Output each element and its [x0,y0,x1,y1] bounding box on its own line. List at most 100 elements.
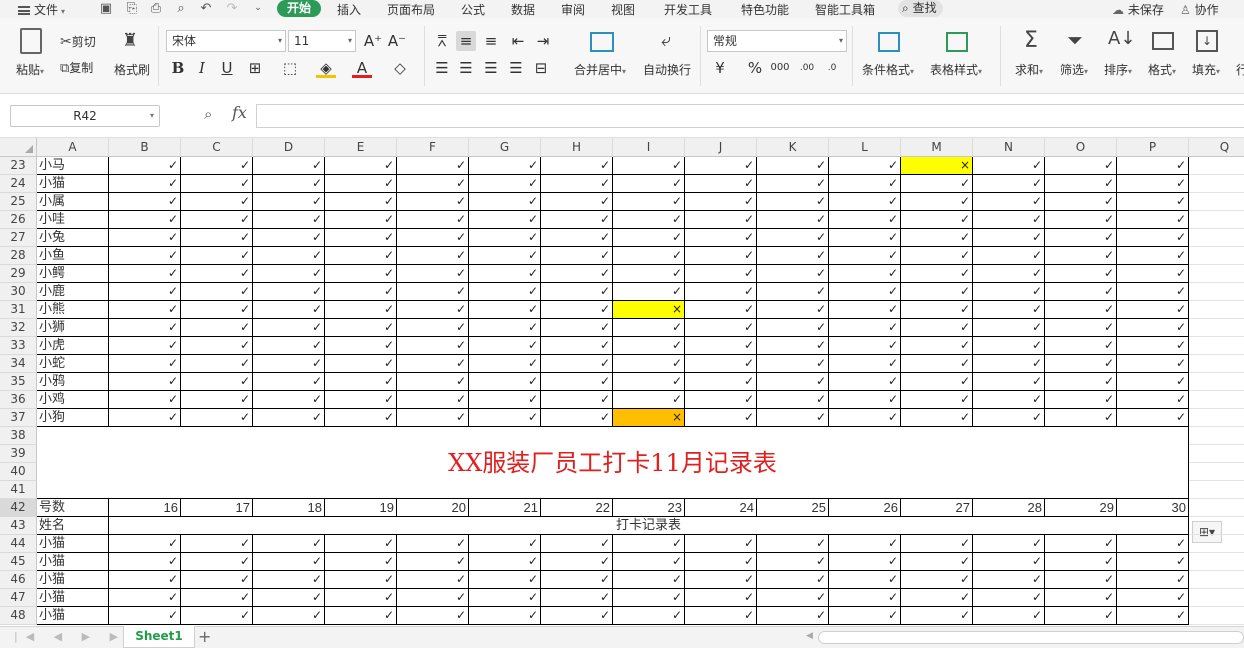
check-mark-cell[interactable]: ✓ [685,283,757,301]
check-mark-cell[interactable]: ✓ [469,409,541,427]
check-mark-cell[interactable]: ✓ [1117,301,1189,319]
align-left-icon[interactable]: ☰ [432,58,452,78]
check-mark-cell[interactable]: ✓ [901,247,973,265]
check-mark-cell[interactable]: ✓ [1045,229,1117,247]
check-mark-cell[interactable]: ✓ [181,553,253,571]
check-mark-cell[interactable]: ✓ [325,157,397,175]
check-mark-cell[interactable]: ✓ [829,157,901,175]
check-mark-cell[interactable]: ✓ [973,211,1045,229]
align-right-icon[interactable]: ☰ [481,58,501,78]
employee-name-cell[interactable]: 小蛇 [37,355,109,373]
check-mark-cell[interactable]: ✓ [397,229,469,247]
check-mark-cell[interactable]: ✓ [973,175,1045,193]
check-mark-cell[interactable]: ✓ [685,319,757,337]
employee-name-cell[interactable]: 小鸦 [37,373,109,391]
collab-button[interactable]: ♙ 协作 [1180,1,1219,18]
empty-cell[interactable] [1189,553,1244,571]
empty-cell[interactable] [1189,391,1244,409]
row-header[interactable]: 38 [0,427,37,445]
check-mark-cell[interactable]: ✓ [973,229,1045,247]
tab-view[interactable]: 视图 [611,1,635,18]
check-mark-cell[interactable]: ✓ [829,319,901,337]
empty-cell[interactable] [1189,373,1244,391]
check-mark-cell[interactable]: ✓ [325,211,397,229]
check-mark-cell[interactable]: ✓ [1045,391,1117,409]
format-button[interactable]: 格式▾ [1148,61,1176,78]
check-mark-cell[interactable]: ✓ [541,535,613,553]
empty-cell[interactable] [1189,535,1244,553]
check-mark-cell[interactable]: ✓ [829,535,901,553]
decrease-font-icon[interactable]: A⁻ [387,31,407,51]
check-mark-cell[interactable]: ✓ [829,391,901,409]
border-icon[interactable]: ⊞ [245,58,265,78]
check-mark-cell[interactable]: ✓ [901,193,973,211]
check-mark-cell[interactable]: ✓ [541,265,613,283]
check-mark-cell[interactable]: ✓ [1117,211,1189,229]
check-mark-cell[interactable]: ✓ [109,283,181,301]
check-mark-cell[interactable]: ✓ [973,319,1045,337]
record-subtitle[interactable]: 打卡记录表 [109,517,1189,535]
check-mark-cell[interactable]: ✓ [469,535,541,553]
sum-button[interactable]: 求和▾ [1015,61,1043,78]
check-mark-cell[interactable]: ✓ [973,283,1045,301]
check-mark-cell[interactable]: ✓ [109,229,181,247]
check-mark-cell[interactable]: ✓ [541,319,613,337]
check-mark-cell[interactable]: ✓ [253,265,325,283]
tab-formulas[interactable]: 公式 [461,1,485,18]
check-mark-cell[interactable]: ✓ [613,157,685,175]
check-mark-cell[interactable]: ✓ [1045,553,1117,571]
check-mark-cell[interactable]: ✓ [685,265,757,283]
check-mark-cell[interactable]: ✓ [685,157,757,175]
check-mark-cell[interactable]: ✓ [757,319,829,337]
employee-name-cell[interactable]: 小鸡 [37,391,109,409]
check-mark-cell[interactable]: ✓ [469,229,541,247]
check-mark-cell[interactable]: ✓ [757,175,829,193]
check-mark-cell[interactable]: ✓ [1117,175,1189,193]
check-mark-cell[interactable]: ✓ [469,247,541,265]
row-header[interactable]: 27 [0,229,37,247]
row-header[interactable]: 41 [0,481,37,499]
check-mark-cell[interactable]: ✓ [829,265,901,283]
check-mark-cell[interactable]: ✓ [541,301,613,319]
select-all-corner[interactable] [0,138,37,157]
check-mark-cell[interactable]: ✓ [901,553,973,571]
check-mark-cell[interactable]: ✓ [397,301,469,319]
check-mark-cell[interactable]: ✓ [397,355,469,373]
check-mark-cell[interactable]: ✓ [469,211,541,229]
check-mark-cell[interactable]: ✓ [109,355,181,373]
empty-cell[interactable] [1189,157,1244,175]
check-mark-cell[interactable]: ✓ [109,337,181,355]
check-mark-cell[interactable]: ✓ [325,337,397,355]
check-mark-cell[interactable]: ✓ [397,157,469,175]
check-mark-cell[interactable]: ✓ [829,355,901,373]
check-mark-cell[interactable]: ✓ [325,355,397,373]
check-mark-cell[interactable]: ✓ [253,337,325,355]
filter-button[interactable]: 筛选▾ [1060,61,1088,78]
check-mark-cell[interactable]: ✓ [253,373,325,391]
check-mark-cell[interactable]: ✓ [613,193,685,211]
check-mark-cell[interactable]: ✓ [109,373,181,391]
check-mark-cell[interactable]: ✓ [469,301,541,319]
row-header[interactable]: 34 [0,355,37,373]
check-mark-cell[interactable]: ✓ [685,553,757,571]
column-header-N[interactable]: N [973,138,1045,157]
check-mark-cell[interactable]: ✓ [1045,283,1117,301]
row-header[interactable]: 24 [0,175,37,193]
check-mark-cell[interactable]: ✓ [1045,211,1117,229]
empty-cell[interactable] [1189,517,1244,535]
check-mark-cell[interactable]: ✓ [397,607,469,625]
check-mark-cell[interactable]: ✓ [1117,373,1189,391]
row-header[interactable]: 30 [0,283,37,301]
print-icon[interactable]: ⎙ [148,1,164,16]
employee-name-cell[interactable]: 小狗 [37,409,109,427]
check-mark-cell[interactable]: ✓ [181,283,253,301]
check-mark-cell[interactable]: ✓ [901,391,973,409]
absent-mark-cell[interactable]: × [613,409,685,427]
day-number-cell[interactable]: 26 [829,499,901,517]
check-mark-cell[interactable]: ✓ [253,283,325,301]
check-mark-cell[interactable]: ✓ [757,265,829,283]
check-mark-cell[interactable]: ✓ [253,391,325,409]
check-mark-cell[interactable]: ✓ [1117,229,1189,247]
day-number-cell[interactable]: 27 [901,499,973,517]
check-mark-cell[interactable]: ✓ [469,193,541,211]
